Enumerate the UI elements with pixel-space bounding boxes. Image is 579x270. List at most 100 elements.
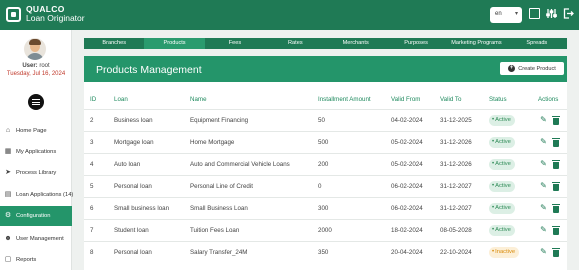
- config-tabs: Branches Products Fees Rates Merchants P…: [84, 38, 567, 49]
- tab-spreads[interactable]: Spreads: [507, 38, 567, 49]
- status-label: Active: [495, 227, 511, 233]
- cell-id: 5: [90, 183, 94, 190]
- cell-loan: Auto loan: [114, 161, 141, 168]
- sliders-icon[interactable]: [546, 8, 557, 19]
- cell-to: 31-12-2027: [440, 183, 472, 190]
- cell-from: 05-02-2024: [391, 161, 423, 168]
- products-card: Products Management + Create Product ID …: [84, 56, 567, 270]
- status-badge: •Active: [489, 115, 515, 126]
- sidebar-item-user-management[interactable]: ☻ User Management: [0, 229, 72, 249]
- delete-icon[interactable]: [552, 116, 560, 125]
- sidebar-item-label: Loan Applications (14): [16, 192, 74, 198]
- sidebar-item-label: Configuration: [16, 213, 51, 219]
- avatar[interactable]: [24, 38, 46, 60]
- column-header-name[interactable]: Name: [190, 96, 207, 103]
- create-product-button[interactable]: + Create Product: [500, 62, 564, 75]
- tab-fees[interactable]: Fees: [205, 38, 265, 49]
- table-row[interactable]: 6 Small business loan Small Business Loan 3…: [84, 197, 567, 219]
- table-row[interactable]: 5 Personal loan Personal Line of Credit 0 06…: [84, 175, 567, 197]
- tab-purposes[interactable]: Purposes: [386, 38, 446, 49]
- status-badge: •Active: [489, 137, 515, 148]
- sidebar-item-home-page[interactable]: ⌂ Home Page: [0, 121, 72, 141]
- edit-icon[interactable]: ✎: [539, 136, 548, 148]
- sidebar-item-label: Reports: [16, 257, 37, 263]
- status-badge: •Active: [489, 159, 515, 170]
- status-badge: •Active: [489, 181, 515, 192]
- sidebar-item-my-applications[interactable]: ▦ My Applications: [0, 142, 72, 162]
- column-header-loan[interactable]: Loan: [114, 96, 128, 103]
- sidebar-item-reports[interactable]: ▢ Reports: [0, 250, 72, 270]
- sidebar-item-process-library[interactable]: ➤ Process Library: [0, 163, 72, 183]
- cell-amount: 2000: [318, 227, 332, 234]
- cell-id: 2: [90, 117, 94, 124]
- report-icon: ▢: [4, 256, 12, 263]
- tab-merchants[interactable]: Merchants: [326, 38, 386, 49]
- status-label: Inactive: [495, 249, 516, 255]
- cell-loan: Small business loan: [114, 205, 170, 212]
- sidebar-item-loan-applications[interactable]: ▤ Loan Applications (14): [0, 185, 74, 205]
- edit-icon[interactable]: ✎: [539, 158, 548, 170]
- list-icon: ▤: [4, 191, 12, 198]
- delete-icon[interactable]: [552, 160, 560, 169]
- column-header-id[interactable]: ID: [90, 96, 96, 103]
- status-label: Active: [495, 139, 511, 145]
- status-dot-icon: •: [492, 249, 495, 255]
- table-row[interactable]: 3 Mortgage loan Home Mortgage 500 05-02-2024…: [84, 131, 567, 153]
- language-select[interactable]: en: [490, 7, 522, 23]
- status-dot-icon: •: [492, 183, 495, 189]
- table-row[interactable]: 7 Student loan Tuition Fees Loan 2000 18-02-…: [84, 219, 567, 241]
- status-badge: •Active: [489, 203, 515, 214]
- tab-branches[interactable]: Branches: [84, 38, 144, 49]
- edit-icon[interactable]: ✎: [539, 246, 548, 258]
- process-icon: ➤: [5, 169, 11, 176]
- tab-marketing-programs[interactable]: Marketing Programs: [446, 38, 506, 49]
- current-date: Tuesday, Jul 16, 2024: [6, 71, 66, 77]
- cell-name: Auto and Commercial Vehicle Loans: [190, 161, 290, 168]
- cell-name: Tuition Fees Loan: [190, 227, 240, 234]
- cell-to: 22-10-2024: [440, 249, 472, 256]
- table-row[interactable]: 8 Personal loan Salary Transfer_24M 350 20-0…: [84, 241, 567, 263]
- delete-icon[interactable]: [552, 182, 560, 191]
- column-header-valid-from[interactable]: Valid From: [391, 96, 420, 103]
- status-label: Active: [495, 117, 511, 123]
- cell-loan: Personal loan: [114, 249, 152, 256]
- status-dot-icon: •: [492, 227, 495, 233]
- cell-amount: 300: [318, 205, 329, 212]
- app-logo[interactable]: QUALCO Loan Originator: [6, 5, 85, 23]
- cell-amount: 0: [318, 183, 322, 190]
- gear-icon: ⚙: [4, 212, 12, 219]
- delete-icon[interactable]: [552, 226, 560, 235]
- edit-icon[interactable]: ✎: [539, 224, 548, 236]
- user-icon: ☻: [4, 235, 12, 242]
- cell-name: Equipment Financing: [190, 117, 249, 124]
- delete-icon[interactable]: [552, 204, 560, 213]
- edit-icon[interactable]: ✎: [539, 114, 548, 126]
- logo-text: QUALCO Loan Originator: [26, 5, 85, 23]
- table-row[interactable]: 4 Auto loan Auto and Commercial Vehicle Lo…: [84, 153, 567, 175]
- cell-amount: 200: [318, 161, 329, 168]
- column-header-installment-amount[interactable]: Installment Amount: [318, 96, 371, 103]
- column-header-valid-to[interactable]: Valid To: [440, 96, 461, 103]
- delete-icon[interactable]: [552, 248, 560, 257]
- column-header-status[interactable]: Status: [489, 96, 507, 103]
- logout-icon[interactable]: [563, 8, 574, 19]
- menu-toggle-button[interactable]: [28, 94, 44, 110]
- cell-id: 3: [90, 139, 94, 146]
- delete-icon[interactable]: [552, 138, 560, 147]
- user-name: root: [39, 63, 50, 69]
- table-row[interactable]: 2 Business loan Equipment Financing 50 04-02…: [84, 109, 567, 131]
- edit-icon[interactable]: ✎: [539, 180, 548, 192]
- tab-products[interactable]: Products: [144, 38, 205, 49]
- top-bar: QUALCO Loan Originator en: [0, 0, 579, 30]
- tab-rates[interactable]: Rates: [265, 38, 325, 49]
- edit-icon[interactable]: ✎: [539, 202, 548, 214]
- cell-loan: Business loan: [114, 117, 153, 124]
- status-dot-icon: •: [492, 205, 495, 211]
- cell-name: Small Business Loan: [190, 205, 248, 212]
- cell-amount: 50: [318, 117, 325, 124]
- cell-id: 6: [90, 205, 94, 212]
- sidebar-item-configuration[interactable]: ⚙ Configuration: [0, 206, 72, 226]
- page-title: Products Management: [96, 64, 202, 76]
- square-icon[interactable]: [529, 8, 540, 19]
- cell-id: 4: [90, 161, 94, 168]
